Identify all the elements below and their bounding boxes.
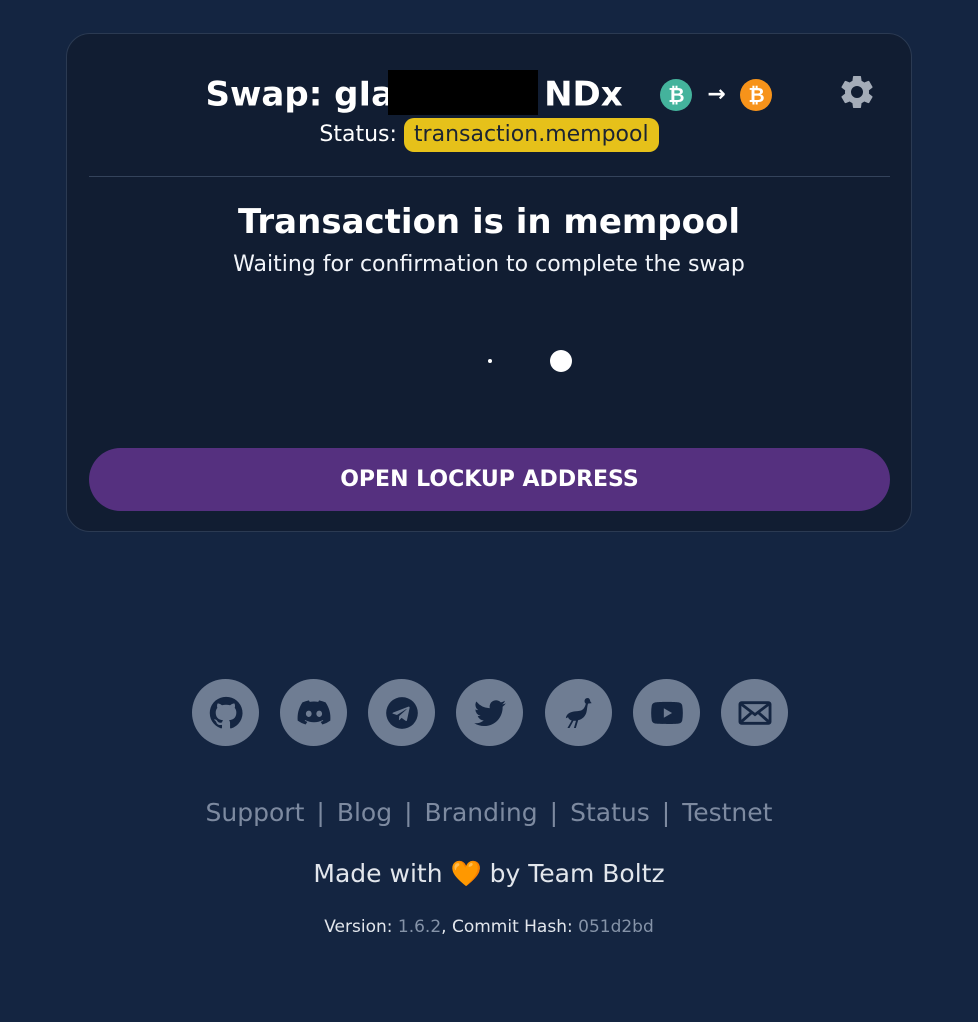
open-lockup-address-button[interactable]: OPEN LOCKUP ADDRESS xyxy=(89,448,890,511)
made-prefix: Made with xyxy=(313,859,443,888)
twitter-icon[interactable] xyxy=(456,679,523,746)
commit-hash: 051d2bd xyxy=(578,917,654,937)
made-suffix: by Team Boltz xyxy=(489,859,665,888)
telegram-icon[interactable] xyxy=(368,679,435,746)
bitcoin-icon: ₿ xyxy=(740,78,773,111)
version-label: Version: xyxy=(324,917,393,937)
footer-links: Support | Blog | Branding | Status | Testnet xyxy=(0,795,978,831)
discord-icon[interactable] xyxy=(280,679,347,746)
link-status[interactable]: Status xyxy=(570,798,650,827)
swap-id-prefix: Swap: gIa xyxy=(205,74,395,115)
separator: | xyxy=(661,798,671,827)
arrow-right-icon: → xyxy=(707,81,726,107)
email-icon[interactable] xyxy=(721,679,788,746)
youtube-icon[interactable] xyxy=(633,679,700,746)
separator: | xyxy=(549,798,559,827)
swap-id-suffix: NDx xyxy=(544,74,623,115)
status-line: Status: transaction.mempool xyxy=(0,118,978,152)
link-testnet[interactable]: Testnet xyxy=(682,798,772,827)
status-badge: transaction.mempool xyxy=(403,118,659,152)
loading-dot xyxy=(550,350,572,372)
version-value: 1.6.2 xyxy=(397,917,442,937)
link-support[interactable]: Support xyxy=(206,798,305,827)
separator: | xyxy=(404,798,413,827)
loading-dot xyxy=(488,359,492,363)
divider xyxy=(89,176,890,177)
gear-icon[interactable] xyxy=(837,72,877,112)
nostr-icon[interactable] xyxy=(545,679,612,746)
made-with-text: Made with 🧡 by Team Boltz xyxy=(0,856,978,892)
status-subheading: Waiting for confirmation to complete the… xyxy=(233,252,745,277)
heart-icon: 🧡 xyxy=(450,859,482,888)
link-branding[interactable]: Branding xyxy=(425,798,538,827)
commit-label: , Commit Hash: xyxy=(441,917,573,937)
github-icon[interactable] xyxy=(192,679,259,746)
redaction-box xyxy=(387,70,538,115)
separator: | xyxy=(316,798,325,827)
swap-title: Swap: gIa NDx ₿ → ₿ xyxy=(0,66,978,122)
link-blog[interactable]: Blog xyxy=(337,798,392,827)
bitcoin-icon: ₿ xyxy=(660,78,693,111)
status-label: Status: xyxy=(319,122,397,147)
version-info: Version: 1.6.2, Commit Hash: 051d2bd xyxy=(0,914,978,940)
status-heading: Transaction is in mempool xyxy=(237,202,741,242)
